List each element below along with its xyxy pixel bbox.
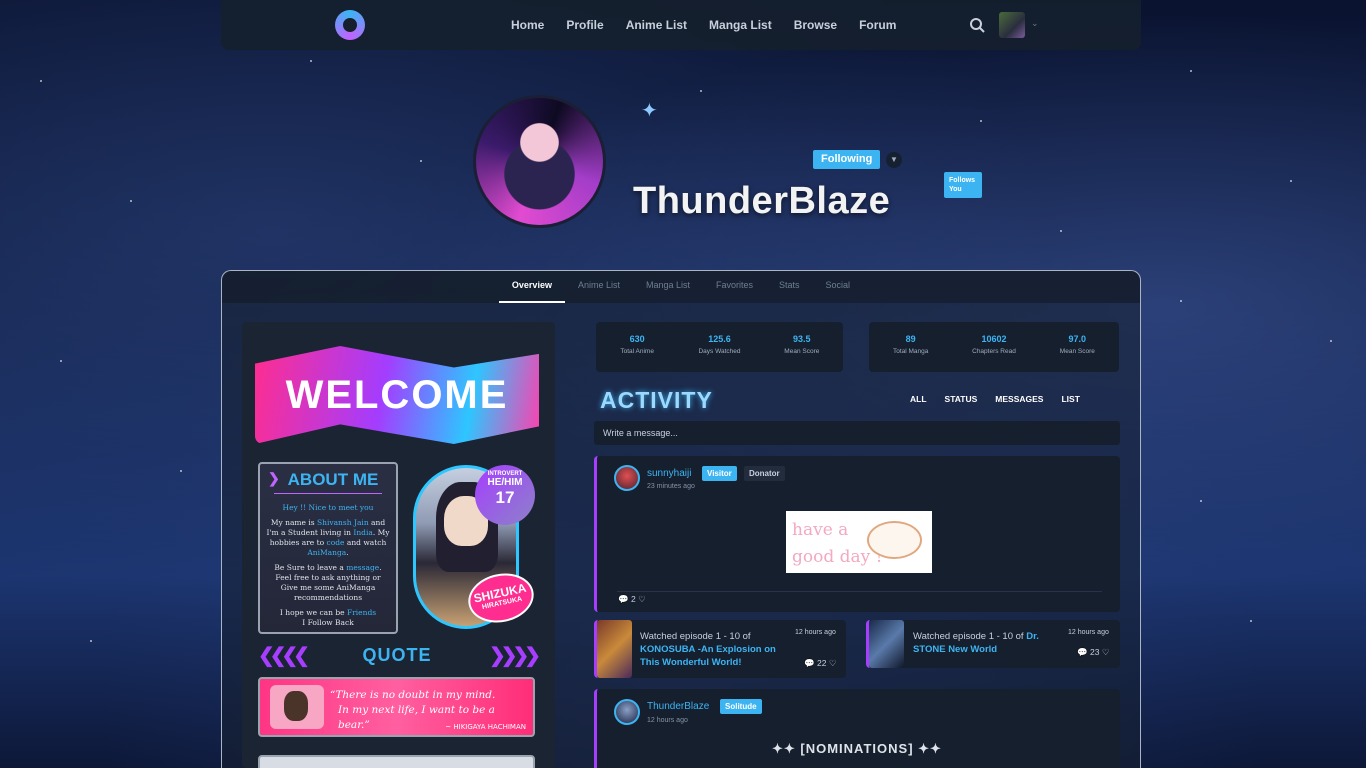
stat-total-anime: 630 Total Anime xyxy=(620,334,654,355)
quote-header: ❮❮❮❮ QUOTE ❯❯❯❯ xyxy=(258,644,541,667)
tab-overview[interactable]: Overview xyxy=(498,271,565,303)
nav-manga-list[interactable]: Manga List xyxy=(709,18,772,32)
list-activity-time: 12 hours ago xyxy=(1068,629,1109,636)
reply-icon: 💬 xyxy=(1077,647,1088,657)
heart-icon[interactable]: ♡ xyxy=(1102,647,1110,657)
activity-title: ACTIVITY xyxy=(600,387,713,413)
tab-stats[interactable]: Stats xyxy=(766,271,813,303)
bear-image xyxy=(270,685,324,729)
profile-tabs: Overview Anime List Manga List Favorites… xyxy=(222,271,1140,303)
nav-browse[interactable]: Browse xyxy=(794,18,837,32)
filter-all[interactable]: ALL xyxy=(910,394,927,404)
tab-social[interactable]: Social xyxy=(813,271,864,303)
chevron-down-icon[interactable]: ▼ xyxy=(886,152,902,168)
stat-manga-mean-score: 97.0 Mean Score xyxy=(1059,334,1095,355)
stat-anime-mean-score: 93.5 Mean Score xyxy=(784,334,820,355)
list-activity: Watched episode 1 - 10 of KONOSUBA -An E… xyxy=(594,620,846,678)
activity-post: ThunderBlaze Solitude 12 hours ago ✦✦ [N… xyxy=(594,689,1120,768)
post-heading: ✦✦ [NOMINATIONS] ✦✦ xyxy=(772,741,942,756)
top-nav: Home Profile Anime List Manga List Brows… xyxy=(221,0,1141,50)
bio-footer-card xyxy=(258,755,535,768)
message-input[interactable] xyxy=(594,421,1120,445)
post-username[interactable]: ThunderBlaze xyxy=(647,701,709,712)
anilist-logo[interactable] xyxy=(335,10,365,40)
chevron-right-icon: ❯❯❯❯ xyxy=(488,644,541,667)
list-activity-likes[interactable]: 💬 22 ♡ xyxy=(804,658,836,669)
manga-stats: 89 Total Manga 10602 Chapters Read 97.0 Mea… xyxy=(869,322,1119,372)
list-activity: Watched episode 1 - 10 of Dr. STONE New … xyxy=(866,620,1120,668)
anime-cover[interactable] xyxy=(597,620,632,678)
sparkle-icon: ✦ xyxy=(641,100,658,122)
filter-messages[interactable]: MESSAGES xyxy=(995,394,1043,404)
avatar[interactable] xyxy=(614,465,640,491)
post-replies[interactable]: 💬 2 ♡ xyxy=(618,594,646,605)
anime-stats: 630 Total Anime 125.6 Days Watched 93.5 Mea… xyxy=(596,322,843,372)
donator-badge: Donator xyxy=(744,466,785,481)
heart-icon[interactable]: ♡ xyxy=(829,658,837,668)
search-icon[interactable] xyxy=(969,17,985,33)
manga-cover[interactable] xyxy=(869,620,904,668)
list-activity-text: Watched episode 1 - 10 of Dr. STONE New … xyxy=(913,631,1039,655)
stat-days-watched: 125.6 Days Watched xyxy=(698,334,741,355)
quote-author: ~ HIKIGAYA HACHIMAN xyxy=(445,723,526,731)
activity-post: sunnyhaiji Visitor Donator 23 minutes ag… xyxy=(594,456,1120,612)
profile-avatar xyxy=(473,95,606,228)
stat-chapters-read: 10602 Chapters Read xyxy=(972,334,1016,355)
list-activity-likes[interactable]: 💬 23 ♡ xyxy=(1077,647,1109,658)
solitude-badge: Solitude xyxy=(720,699,762,714)
filter-list[interactable]: LIST xyxy=(1061,394,1079,404)
activity-filters: ALL STATUS MESSAGES LIST xyxy=(910,394,1080,404)
following-button[interactable]: Following xyxy=(813,150,881,169)
quote-title: QUOTE xyxy=(362,644,432,665)
nav-home[interactable]: Home xyxy=(511,18,544,32)
filter-status[interactable]: STATUS xyxy=(945,394,978,404)
heart-icon[interactable]: ♡ xyxy=(638,594,646,604)
about-me-card: ABOUT ME Hey !! Nice to meet you My name… xyxy=(258,462,398,634)
nav-anime-list[interactable]: Anime List xyxy=(626,18,687,32)
about-text: Hey !! Nice to meet you My name is Shiva… xyxy=(266,503,390,627)
nav-links: Home Profile Anime List Manga List Brows… xyxy=(511,0,896,50)
about-title: ABOUT ME xyxy=(266,470,390,490)
avatar[interactable] xyxy=(614,699,640,725)
post-username[interactable]: sunnyhaiji xyxy=(647,468,691,479)
welcome-banner: WELCOME xyxy=(255,346,539,444)
list-activity-text: Watched episode 1 - 10 of KONOSUBA -An E… xyxy=(640,631,776,668)
visitor-badge: Visitor xyxy=(702,466,737,481)
follows-you-badge: Follows You xyxy=(944,172,982,198)
tab-favorites[interactable]: Favorites xyxy=(703,271,766,303)
bio-panel: WELCOME ABOUT ME Hey !! Nice to meet you… xyxy=(242,322,555,768)
pronoun-badge: INTROVERT HE/HIM 17 xyxy=(475,465,535,525)
tab-anime-list[interactable]: Anime List xyxy=(565,271,633,303)
post-time: 12 hours ago xyxy=(647,717,688,724)
quote-card: “There is no doubt in my mind. In my nex… xyxy=(258,677,535,737)
welcome-text: WELCOME xyxy=(285,373,509,417)
tab-manga-list[interactable]: Manga List xyxy=(633,271,703,303)
post-time: 23 minutes ago xyxy=(647,483,695,490)
chevron-down-icon[interactable]: ⌄ xyxy=(1031,18,1039,29)
list-activity-time: 12 hours ago xyxy=(795,629,836,636)
chevron-left-icon: ❮❮❮❮ xyxy=(258,644,310,667)
user-avatar[interactable] xyxy=(999,12,1025,38)
sticker-image: have a good day ! xyxy=(786,511,932,573)
profile-username: ThunderBlaze xyxy=(633,180,891,222)
nav-profile[interactable]: Profile xyxy=(566,18,603,32)
reply-icon: 💬 xyxy=(804,658,815,668)
anime-title-link[interactable]: KONOSUBA -An Explosion on This Wonderful… xyxy=(640,644,776,668)
stat-total-manga: 89 Total Manga xyxy=(892,334,929,355)
nav-forum[interactable]: Forum xyxy=(859,18,896,32)
reply-icon: 💬 xyxy=(618,594,629,604)
